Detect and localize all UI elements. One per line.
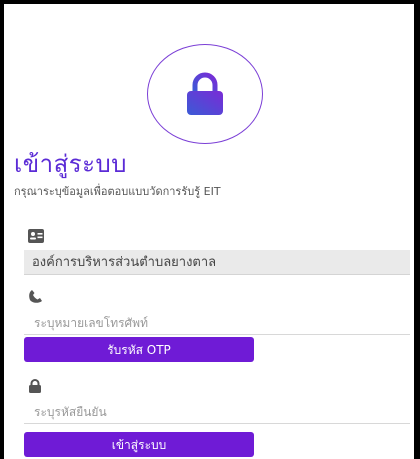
confirm-code-input[interactable] [24, 400, 410, 424]
phone-input[interactable] [24, 311, 410, 335]
request-otp-button[interactable]: รับรหัส OTP [24, 337, 254, 362]
lock-icon [28, 378, 42, 397]
organization-field[interactable]: องค์การบริหารส่วนตำบลยางตาล [24, 250, 410, 275]
page-subtitle: กรุณาระบุข้อมูลเพื่อตอบแบบวัดการรับรู้ E… [14, 185, 221, 198]
lock-badge [147, 44, 263, 144]
login-button[interactable]: เข้าสู่ระบบ [24, 432, 254, 457]
lock-icon [185, 72, 225, 116]
right-border [414, 0, 420, 459]
page-title: เข้าสู่ระบบ [14, 150, 127, 178]
login-screen: เข้าสู่ระบบ กรุณาระบุข้อมูลเพื่อตอบแบบวั… [4, 4, 414, 459]
id-card-icon [28, 228, 44, 247]
phone-icon [28, 289, 44, 308]
